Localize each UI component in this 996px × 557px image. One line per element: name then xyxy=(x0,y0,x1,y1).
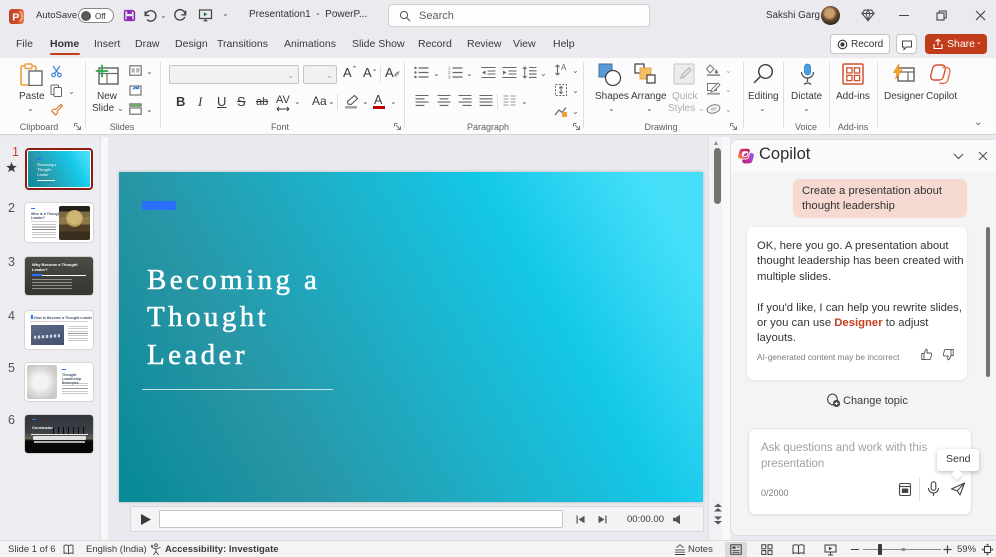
svg-text:3: 3 xyxy=(448,75,451,80)
svg-text:P: P xyxy=(12,11,19,23)
svg-text:A: A xyxy=(561,63,567,72)
